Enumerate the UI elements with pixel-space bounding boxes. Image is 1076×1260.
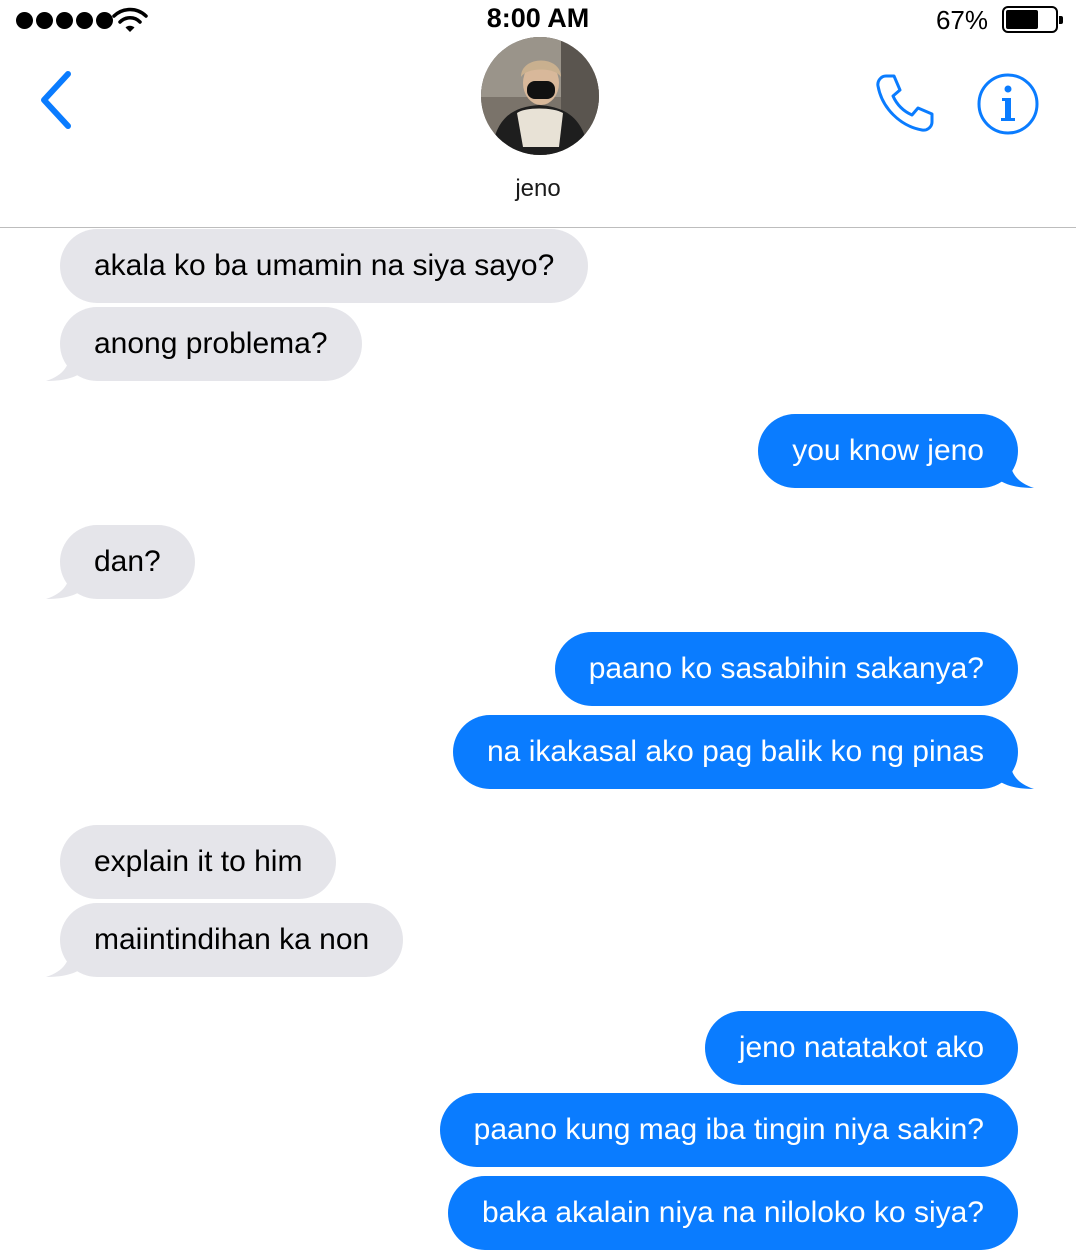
outgoing-message[interactable]: paano ko sasabihin sakanya? [554, 632, 1018, 706]
incoming-message[interactable]: akala ko ba umamin na siya sayo? [60, 229, 589, 303]
message-text: dan? [94, 545, 161, 578]
message-text: jeno natatakot ako [738, 1031, 984, 1064]
outgoing-message[interactable]: jeno natatakot ako [704, 1011, 1018, 1085]
outgoing-message[interactable]: baka akalain niya na niloloko ko siya? [448, 1176, 1018, 1250]
message-text: na ikakasal ako pag balik ko ng pinas [487, 735, 984, 768]
outgoing-message[interactable]: paano kung mag iba tingin niya sakin? [439, 1093, 1018, 1167]
bubble-tail [994, 458, 1034, 488]
bubble-tail [46, 569, 86, 599]
incoming-message[interactable]: dan? [46, 525, 195, 599]
bubble-tail [46, 947, 86, 977]
message-text: anong problema? [94, 327, 328, 360]
outgoing-message[interactable]: na ikakasal ako pag balik ko ng pinas [453, 715, 1034, 789]
phone-icon[interactable] [872, 72, 936, 134]
bubble-tail [46, 351, 86, 381]
contact-name[interactable]: jeno [0, 175, 1076, 203]
message-text: paano ko sasabihin sakanya? [588, 652, 984, 685]
bubble-tail [994, 759, 1034, 789]
incoming-message[interactable]: anong problema? [46, 307, 362, 381]
chevron-left-icon[interactable] [34, 68, 78, 132]
message-text: explain it to him [94, 845, 303, 878]
battery-level-fill [1006, 10, 1038, 29]
incoming-message[interactable]: explain it to him [60, 825, 337, 899]
message-text: you know jeno [792, 434, 984, 467]
battery-percent: 67% [935, 5, 988, 35]
message-text: baka akalain niya na niloloko ko siya? [482, 1196, 984, 1229]
info-icon[interactable] [976, 72, 1040, 136]
message-text: maiintindihan ka non [94, 923, 370, 956]
message-text: paano kung mag iba tingin niya sakin? [473, 1113, 984, 1146]
contact-avatar[interactable] [481, 37, 599, 155]
battery-icon [1002, 6, 1063, 33]
message-text: akala ko ba umamin na siya sayo? [94, 249, 555, 282]
conversation-header: jeno [0, 37, 1076, 228]
outgoing-message[interactable]: you know jeno [758, 414, 1034, 488]
message-thread[interactable]: akala ko ba umamin na siya sayo? anong p… [0, 228, 1076, 1260]
status-bar: 8:00 AM 67% [0, 0, 1076, 40]
status-time: 8:00 AM [486, 3, 590, 33]
incoming-message[interactable]: maiintindihan ka non [46, 903, 404, 977]
